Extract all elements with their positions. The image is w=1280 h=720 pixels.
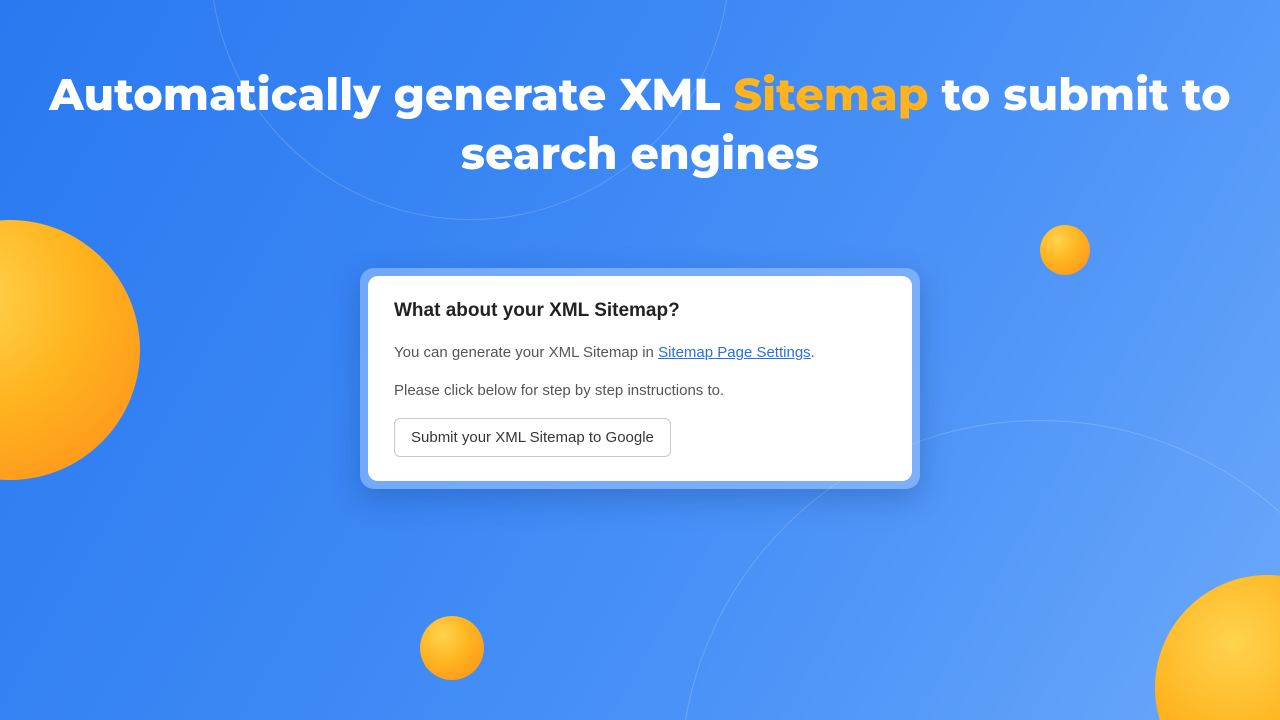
card-line-2: Please click below for step by step inst… [394,380,886,402]
submit-sitemap-button[interactable]: Submit your XML Sitemap to Google [394,418,671,457]
info-card-wrap: What about your XML Sitemap? You can gen… [360,268,920,489]
hero-text-pre: Automatically generate XML [49,68,733,122]
card-title: What about your XML Sitemap? [394,300,886,322]
hero-heading: Automatically generate XML Sitemap to su… [0,66,1280,185]
card-line1-post: . [811,344,815,361]
decorative-orb-left [0,220,140,480]
decorative-orb-small [1040,225,1090,275]
card-line-1: You can generate your XML Sitemap in Sit… [394,342,886,364]
hero-text-accent: Sitemap [734,68,929,122]
card-line1-pre: You can generate your XML Sitemap in [394,344,658,361]
sitemap-settings-link[interactable]: Sitemap Page Settings [658,344,811,361]
info-card: What about your XML Sitemap? You can gen… [368,276,912,481]
decorative-orb-mid [420,616,484,680]
